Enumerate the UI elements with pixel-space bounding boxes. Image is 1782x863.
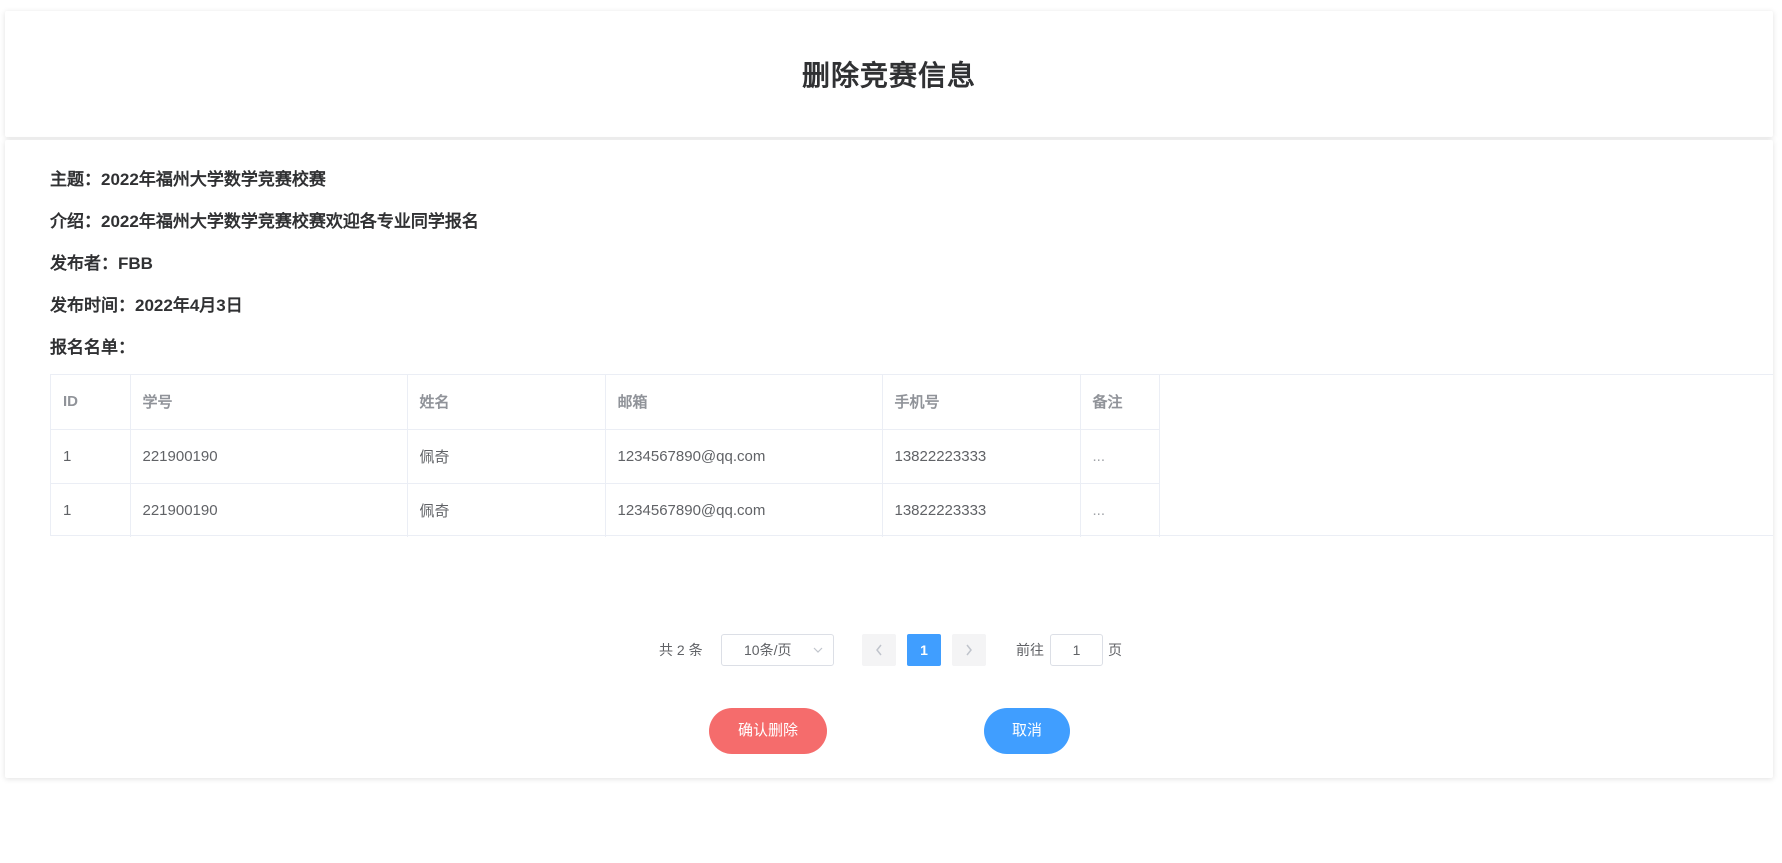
column-header-phone: 手机号 bbox=[882, 375, 1081, 430]
next-page-button[interactable] bbox=[952, 634, 986, 666]
table-row: 1 221900190 佩奇 1234567890@qq.com 1382222… bbox=[51, 483, 1160, 537]
chevron-right-icon bbox=[964, 644, 974, 670]
intro-value: 2022年福州大学数学竞赛校赛欢迎各专业同学报名 bbox=[101, 212, 479, 231]
table-header-row: ID 学号 姓名 邮箱 手机号 备注 bbox=[51, 375, 1160, 430]
publisher-line: 发布者：FBB bbox=[50, 249, 153, 274]
column-header-remark: 备注 bbox=[1080, 375, 1160, 430]
chevron-left-icon bbox=[874, 644, 884, 670]
page-number-current[interactable]: 1 bbox=[907, 634, 941, 666]
pagination-total: 共 2 条 bbox=[659, 642, 703, 658]
cell-remark: ... bbox=[1080, 483, 1160, 537]
page-size-value: 10条/页 bbox=[744, 642, 792, 658]
confirm-delete-button[interactable]: 确认删除 bbox=[709, 708, 827, 754]
page-title: 删除竞赛信息 bbox=[801, 60, 976, 91]
column-header-name: 姓名 bbox=[407, 375, 606, 430]
publisher-value: FBB bbox=[118, 254, 153, 273]
roster-table: ID 学号 姓名 邮箱 手机号 备注 1 221900190 佩奇 123456… bbox=[50, 374, 1773, 537]
goto-prefix: 前往 bbox=[1016, 642, 1044, 658]
topic-line: 主题：2022年福州大学数学竞赛校赛 bbox=[50, 165, 326, 190]
topic-value: 2022年福州大学数学竞赛校赛 bbox=[101, 170, 326, 189]
cell-email: 1234567890@qq.com bbox=[605, 429, 883, 484]
cell-student-no: 221900190 bbox=[130, 429, 408, 484]
cancel-button[interactable]: 取消 bbox=[984, 708, 1070, 754]
cell-id: 1 bbox=[51, 483, 131, 537]
roster-label: 报名名单： bbox=[50, 338, 135, 357]
cell-name: 佩奇 bbox=[407, 483, 606, 537]
page-size-select[interactable]: 10条/页 bbox=[721, 634, 834, 666]
intro-line: 介绍：2022年福州大学数学竞赛校赛欢迎各专业同学报名 bbox=[50, 207, 479, 232]
cell-email: 1234567890@qq.com bbox=[605, 483, 883, 537]
cell-phone: 13822223333 bbox=[882, 429, 1081, 484]
main-card: 主题：2022年福州大学数学竞赛校赛 介绍：2022年福州大学数学竞赛校赛欢迎各… bbox=[5, 140, 1773, 778]
cell-student-no: 221900190 bbox=[130, 483, 408, 537]
column-header-id: ID bbox=[51, 375, 131, 430]
header-card: 删除竞赛信息 bbox=[5, 11, 1773, 137]
goto-suffix: 页 bbox=[1108, 642, 1122, 658]
chevron-down-icon bbox=[813, 635, 823, 676]
column-header-email: 邮箱 bbox=[605, 375, 883, 430]
prev-page-button[interactable] bbox=[862, 634, 896, 666]
cell-id: 1 bbox=[51, 429, 131, 484]
cell-name: 佩奇 bbox=[407, 429, 606, 484]
topic-label: 主题： bbox=[50, 170, 101, 189]
publisher-label: 发布者： bbox=[50, 254, 118, 273]
publish-time-label: 发布时间： bbox=[50, 296, 135, 315]
intro-label: 介绍： bbox=[50, 212, 101, 231]
pagination: 共 2 条 10条/页 1 前往 页 bbox=[5, 634, 1773, 666]
cell-phone: 13822223333 bbox=[882, 483, 1081, 537]
publish-time-value: 2022年4月3日 bbox=[135, 296, 243, 315]
publish-time-line: 发布时间：2022年4月3日 bbox=[50, 291, 243, 316]
goto-page-input[interactable] bbox=[1050, 634, 1103, 666]
column-header-student-no: 学号 bbox=[130, 375, 408, 430]
table-row: 1 221900190 佩奇 1234567890@qq.com 1382222… bbox=[51, 429, 1160, 484]
cell-remark: ... bbox=[1080, 429, 1160, 484]
